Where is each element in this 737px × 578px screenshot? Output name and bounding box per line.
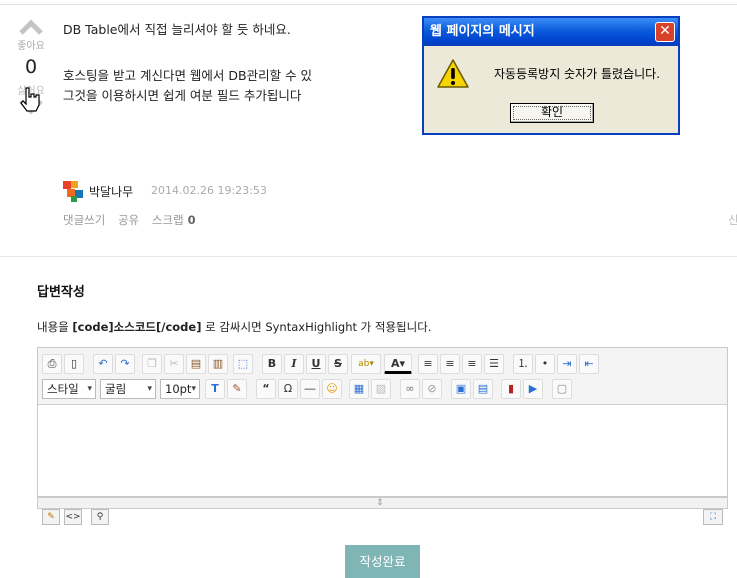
table-edit-icon[interactable]: ▧ (371, 379, 391, 399)
image-icon[interactable]: ▣ (451, 379, 471, 399)
font-size-select[interactable]: 10pt (160, 379, 200, 399)
unlink-icon[interactable]: ⊘ (422, 379, 442, 399)
remove-format-icon[interactable]: T (205, 379, 225, 399)
post-date: 2014.02.26 19:23:53 (151, 184, 267, 197)
close-icon[interactable]: ✕ (655, 22, 675, 42)
dialog-title: 웹 페이지의 메시지 (424, 18, 678, 46)
paste-icon[interactable]: ▤ (186, 354, 206, 374)
vote-count: 0 (24, 56, 38, 78)
movie-icon[interactable]: ▮ (501, 379, 521, 399)
section-divider (0, 256, 737, 257)
link-icon[interactable]: ∞ (400, 379, 420, 399)
emoticon-icon[interactable]: ☺ (322, 379, 342, 399)
alert-dialog: 웹 페이지의 메시지 ✕ 자동등록방지 숫자가 틀렸습니다. 확인 (422, 16, 680, 135)
scrap-link[interactable]: 스크랩 0 (152, 213, 196, 227)
unordered-list-icon[interactable]: • (535, 354, 555, 374)
media-icon[interactable]: ▤ (473, 379, 493, 399)
preview-mode-icon[interactable]: ⚲ (91, 509, 109, 525)
blockquote-icon[interactable]: “ (256, 379, 276, 399)
author-name[interactable]: 박달나무 (89, 183, 133, 200)
resize-grip-icon: ⇕ (376, 498, 384, 508)
warning-icon (437, 59, 469, 88)
new-document-icon[interactable]: ▯ (64, 354, 84, 374)
comment-link[interactable]: 댓글쓰기 (63, 213, 105, 227)
horizontal-line-icon[interactable]: ― (300, 379, 320, 399)
align-right-icon[interactable]: ≡ (462, 354, 482, 374)
rich-text-editor: ⎙ ▯ ↶ ↷ ❐ ✂ ▤ ▥ ⬚ B I U S ab▾ A▾ ≡ ≡ ≡ ☰… (37, 347, 728, 497)
align-left-icon[interactable]: ≡ (418, 354, 438, 374)
bold-icon[interactable]: B (262, 354, 282, 374)
align-justify-icon[interactable]: ☰ (484, 354, 504, 374)
underline-icon[interactable]: U (306, 354, 326, 374)
fullscreen-icon[interactable]: ⛶ (703, 509, 723, 525)
format-painter-icon[interactable]: ✎ (227, 379, 247, 399)
outdent-icon[interactable]: ⇤ (579, 354, 599, 374)
font-color-icon[interactable]: A▾ (384, 354, 412, 374)
submit-button[interactable]: 작성완료 (345, 545, 420, 578)
author-avatar (63, 181, 83, 202)
select-all-icon[interactable]: ⬚ (233, 354, 253, 374)
table-icon[interactable]: ▦ (349, 379, 369, 399)
syntax-hint: 내용을 [code]소스코드[/code] 로 감싸시면 SyntaxHighl… (37, 320, 432, 334)
highlight-color-icon[interactable]: ab▾ (351, 354, 381, 374)
play-icon[interactable]: ▶ (523, 379, 543, 399)
answer-line: 호스팅을 받고 계신다면 웹에서 DB관리할 수 있 (63, 68, 313, 83)
editor-toolbar: ⎙ ▯ ↶ ↷ ❐ ✂ ▤ ▥ ⬚ B I U S ab▾ A▾ ≡ ≡ ≡ ☰… (38, 348, 727, 405)
answer-body: DB Table에서 직접 늘리셔야 할 듯 하네요. 호스팅을 받고 계신다면… (63, 22, 333, 104)
edit-mode-icon[interactable]: ✎ (42, 509, 60, 525)
preview-icon[interactable]: ▢ (552, 379, 572, 399)
top-divider (0, 4, 737, 5)
redo-icon[interactable]: ↷ (115, 354, 135, 374)
undo-icon[interactable]: ↶ (93, 354, 113, 374)
font-select[interactable]: 굴림 (100, 379, 156, 399)
reply-section-title: 답변작성 (37, 285, 85, 300)
upvote-icon[interactable] (18, 18, 44, 36)
ordered-list-icon[interactable]: ⒈ (513, 354, 533, 374)
editor-resize-handle[interactable]: ⇕ (37, 497, 728, 509)
align-center-icon[interactable]: ≡ (440, 354, 460, 374)
scrap-count: 0 (187, 213, 196, 227)
special-char-icon[interactable]: Ω (278, 379, 298, 399)
hand-cursor-icon (20, 87, 40, 112)
strikethrough-icon[interactable]: S (328, 354, 348, 374)
answer-line: 그것을 이용하시면 쉽게 여분 필드 추가됩니다 (63, 88, 302, 103)
cut-icon[interactable]: ✂ (164, 354, 184, 374)
ok-button[interactable]: 확인 (510, 103, 594, 123)
paste-word-icon[interactable]: ▥ (208, 354, 228, 374)
cut-off-link[interactable]: 신 (728, 212, 737, 228)
indent-icon[interactable]: ⇥ (557, 354, 577, 374)
post-actions: 댓글쓰기 공유 스크랩 0 (63, 212, 205, 228)
share-link[interactable]: 공유 (118, 213, 139, 227)
print-icon[interactable]: ⎙ (42, 354, 62, 374)
like-label: 좋아요 (17, 41, 45, 52)
dialog-message: 자동등록방지 숫자가 틀렸습니다. (494, 67, 661, 81)
italic-icon[interactable]: I (284, 354, 304, 374)
html-mode-icon[interactable]: <> (64, 509, 82, 525)
style-select[interactable]: 스타일 (42, 379, 96, 399)
answer-line: DB Table에서 직접 늘리셔야 할 듯 하네요. (63, 22, 291, 37)
copy-icon[interactable]: ❐ (142, 354, 162, 374)
